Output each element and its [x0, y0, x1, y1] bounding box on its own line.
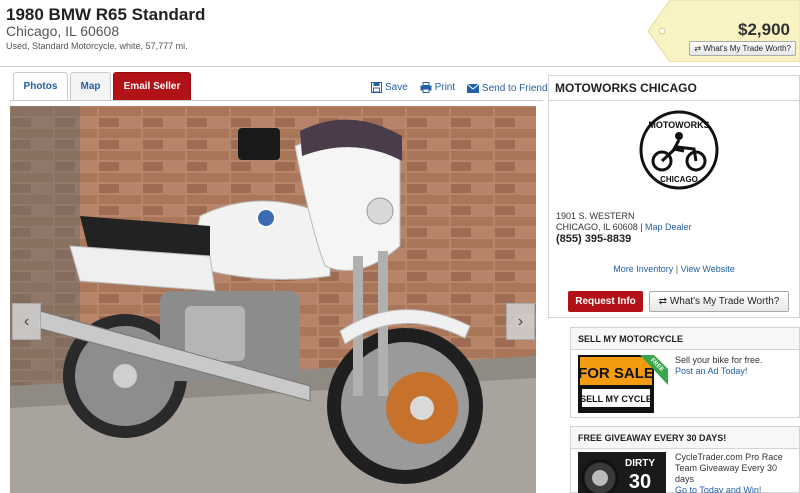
listing-price: $2,900 [738, 20, 790, 39]
badge-line-2: 30 [629, 471, 651, 493]
sell-box-title: SELL MY MOTORCYCLE [571, 328, 799, 350]
giveaway-box: FREE GIVEAWAY EVERY 30 DAYS! DIRTY 30 Cy… [570, 426, 800, 493]
swap-icon: ⇄ [658, 296, 670, 307]
sell-description: Sell your bike for free. [675, 355, 763, 365]
giveaway-title: FREE GIVEAWAY EVERY 30 DAYS! [571, 427, 799, 449]
chevron-right-icon: › [517, 312, 524, 330]
motorcycle-photo [10, 106, 536, 493]
price-tag: $2,900 ⇄ What's My Trade Worth? [648, 0, 800, 62]
dealer-links: More Inventory | View Website [613, 264, 735, 274]
dealer-phone[interactable]: (855) 395-8839 [556, 233, 631, 245]
listing-photo[interactable] [10, 106, 536, 493]
tab-photos[interactable]: Photos [13, 72, 68, 101]
printer-icon [420, 82, 432, 93]
city-state-zip: CHICAGO, IL 60608 [556, 222, 638, 232]
sell-motorcycle-box: SELL MY MOTORCYCLE FOR SALE SELL MY CYCL… [570, 327, 800, 418]
badge-text-top: FOR SALE [578, 365, 654, 382]
badge-line-1: DIRTY [625, 458, 655, 469]
address-line-2: CHICAGO, IL 60608 | Map Dealer [556, 222, 692, 232]
dealer-panel: MOTOWORKS CHICAGO MOTOWORKS CHICAGO 1901… [548, 75, 800, 318]
view-website-link[interactable]: View Website [681, 264, 735, 274]
print-link[interactable]: Print [420, 82, 456, 93]
dirty-30-badge[interactable]: DIRTY 30 [578, 452, 666, 493]
trade-worth-label: What's My Trade Worth? [703, 44, 791, 53]
listing-location: Chicago, IL 60608 [6, 23, 120, 39]
logo-text-bottom: CHICAGO [660, 175, 698, 184]
map-dealer-link[interactable]: Map Dealer [645, 222, 692, 232]
tab-map[interactable]: Map [70, 72, 111, 100]
chevron-left-icon: ‹ [23, 312, 30, 330]
giveaway-text: CycleTrader.com Pro Race Team Giveaway E… [675, 452, 797, 493]
sell-text: Sell your bike for free. Post an Ad Toda… [675, 355, 795, 377]
trade-worth-button[interactable]: ⇄ What's My Trade Worth? [649, 291, 789, 312]
photo-prev-button[interactable]: ‹ [12, 303, 41, 340]
listing-summary: Used, Standard Motorcycle, white, 57,777… [6, 41, 188, 51]
giveaway-link[interactable]: Go to Today and Win! [675, 485, 761, 493]
address-line-1: 1901 S. WESTERN [556, 211, 635, 221]
for-sale-badge[interactable]: FOR SALE SELL MY CYCLE FREE [578, 355, 668, 413]
header-divider [0, 66, 800, 67]
listing-header: 1980 BMW R65 Standard Chicago, IL 60608 … [0, 0, 800, 62]
floppy-icon [371, 82, 382, 93]
more-inventory-link[interactable]: More Inventory [613, 264, 673, 274]
send-to-friend-link[interactable]: Send to Friend [466, 83, 548, 94]
badge-text-bottom: SELL MY CYCLE [580, 394, 652, 404]
request-info-button[interactable]: Request Info [568, 291, 643, 312]
dealer-address: 1901 S. WESTERN CHICAGO, IL 60608 | Map … [556, 211, 692, 233]
trade-worth-button-small[interactable]: ⇄ What's My Trade Worth? [689, 41, 796, 56]
save-label: Save [385, 82, 408, 93]
photo-next-button[interactable]: › [506, 303, 535, 340]
print-label: Print [434, 82, 456, 93]
tabs-baseline [10, 100, 543, 101]
listing-actions: Save Print Send to Friend [371, 82, 557, 96]
dealer-logo[interactable]: MOTOWORKS CHICAGO [639, 109, 719, 191]
save-link[interactable]: Save [371, 82, 408, 93]
trade-worth-label: What's My Trade Worth? [669, 296, 780, 307]
listing-title: 1980 BMW R65 Standard [6, 5, 206, 24]
post-ad-link[interactable]: Post an Ad Today! [675, 366, 747, 376]
giveaway-description: CycleTrader.com Pro Race Team Giveaway E… [675, 452, 783, 484]
send-label: Send to Friend [481, 83, 548, 94]
envelope-icon [466, 84, 479, 93]
dealer-name: MOTOWORKS CHICAGO [549, 76, 799, 101]
logo-text-top: MOTOWORKS [648, 120, 709, 130]
tab-email-seller[interactable]: Email Seller [113, 72, 191, 100]
